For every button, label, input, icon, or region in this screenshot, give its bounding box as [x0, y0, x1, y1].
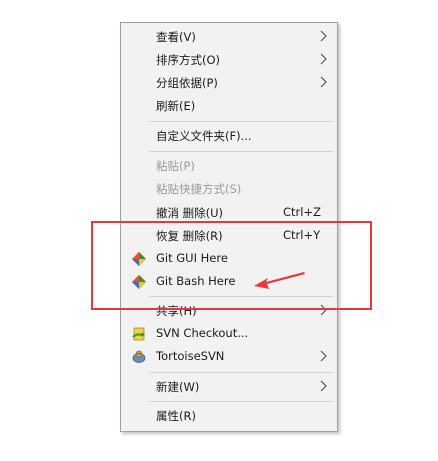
- menu-item-label: 属性(R): [156, 409, 196, 423]
- menu-item-label: 自定义文件夹(F)...: [156, 129, 252, 143]
- menu-item-label: 刷新(E): [156, 99, 196, 113]
- menu-separator: [149, 401, 333, 402]
- menu-item-paste-shortcut[interactable]: 粘贴快捷方式(S): [121, 178, 337, 200]
- menu-item-label: 撤消 删除(U): [156, 206, 224, 220]
- menu-item-view[interactable]: 查看(V): [121, 26, 337, 48]
- menu-item-label: 分组依据(P): [156, 76, 218, 90]
- menu-item-sort-by[interactable]: 排序方式(O): [121, 49, 337, 71]
- chevron-right-icon: [320, 53, 327, 65]
- pointer-arrow-icon: [254, 272, 305, 289]
- menu-item-label: 粘贴快捷方式(S): [156, 182, 242, 196]
- menu-item-label: TortoiseSVN: [156, 349, 225, 363]
- menu-item-new[interactable]: 新建(W): [121, 376, 337, 398]
- highlight-box: [91, 221, 372, 310]
- menu-item-label: SVN Checkout...: [156, 326, 249, 340]
- menu-item-label: 排序方式(O): [156, 53, 221, 67]
- menu-item-refresh[interactable]: 刷新(E): [121, 95, 337, 117]
- chevron-right-icon: [320, 76, 327, 88]
- menu-separator: [149, 151, 333, 152]
- chevron-right-icon: [320, 350, 327, 362]
- menu-item-svn-checkout[interactable]: SVN Checkout...: [121, 323, 337, 345]
- menu-separator: [149, 372, 333, 373]
- svn-checkout-icon: [132, 327, 145, 341]
- screenshot-stage: 查看(V) 排序方式(O) 分组依据(P) 刷新(E) 自定义文件夹(F)...…: [0, 0, 438, 461]
- menu-item-tortoisesvn[interactable]: TortoiseSVN: [121, 346, 337, 368]
- chevron-right-icon: [320, 380, 327, 392]
- menu-item-paste[interactable]: 粘贴(P): [121, 155, 337, 177]
- menu-item-shortcut: Ctrl+Z: [283, 205, 321, 219]
- menu-item-label: 新建(W): [156, 380, 200, 394]
- chevron-right-icon: [320, 30, 327, 42]
- menu-item-group-by[interactable]: 分组依据(P): [121, 72, 337, 94]
- menu-item-customize-folder[interactable]: 自定义文件夹(F)...: [121, 125, 337, 147]
- menu-item-label: 粘贴(P): [156, 159, 195, 173]
- menu-item-properties[interactable]: 属性(R): [121, 405, 337, 427]
- menu-item-label: 查看(V): [156, 30, 196, 44]
- tortoisesvn-icon: [132, 350, 146, 363]
- menu-separator: [149, 121, 333, 122]
